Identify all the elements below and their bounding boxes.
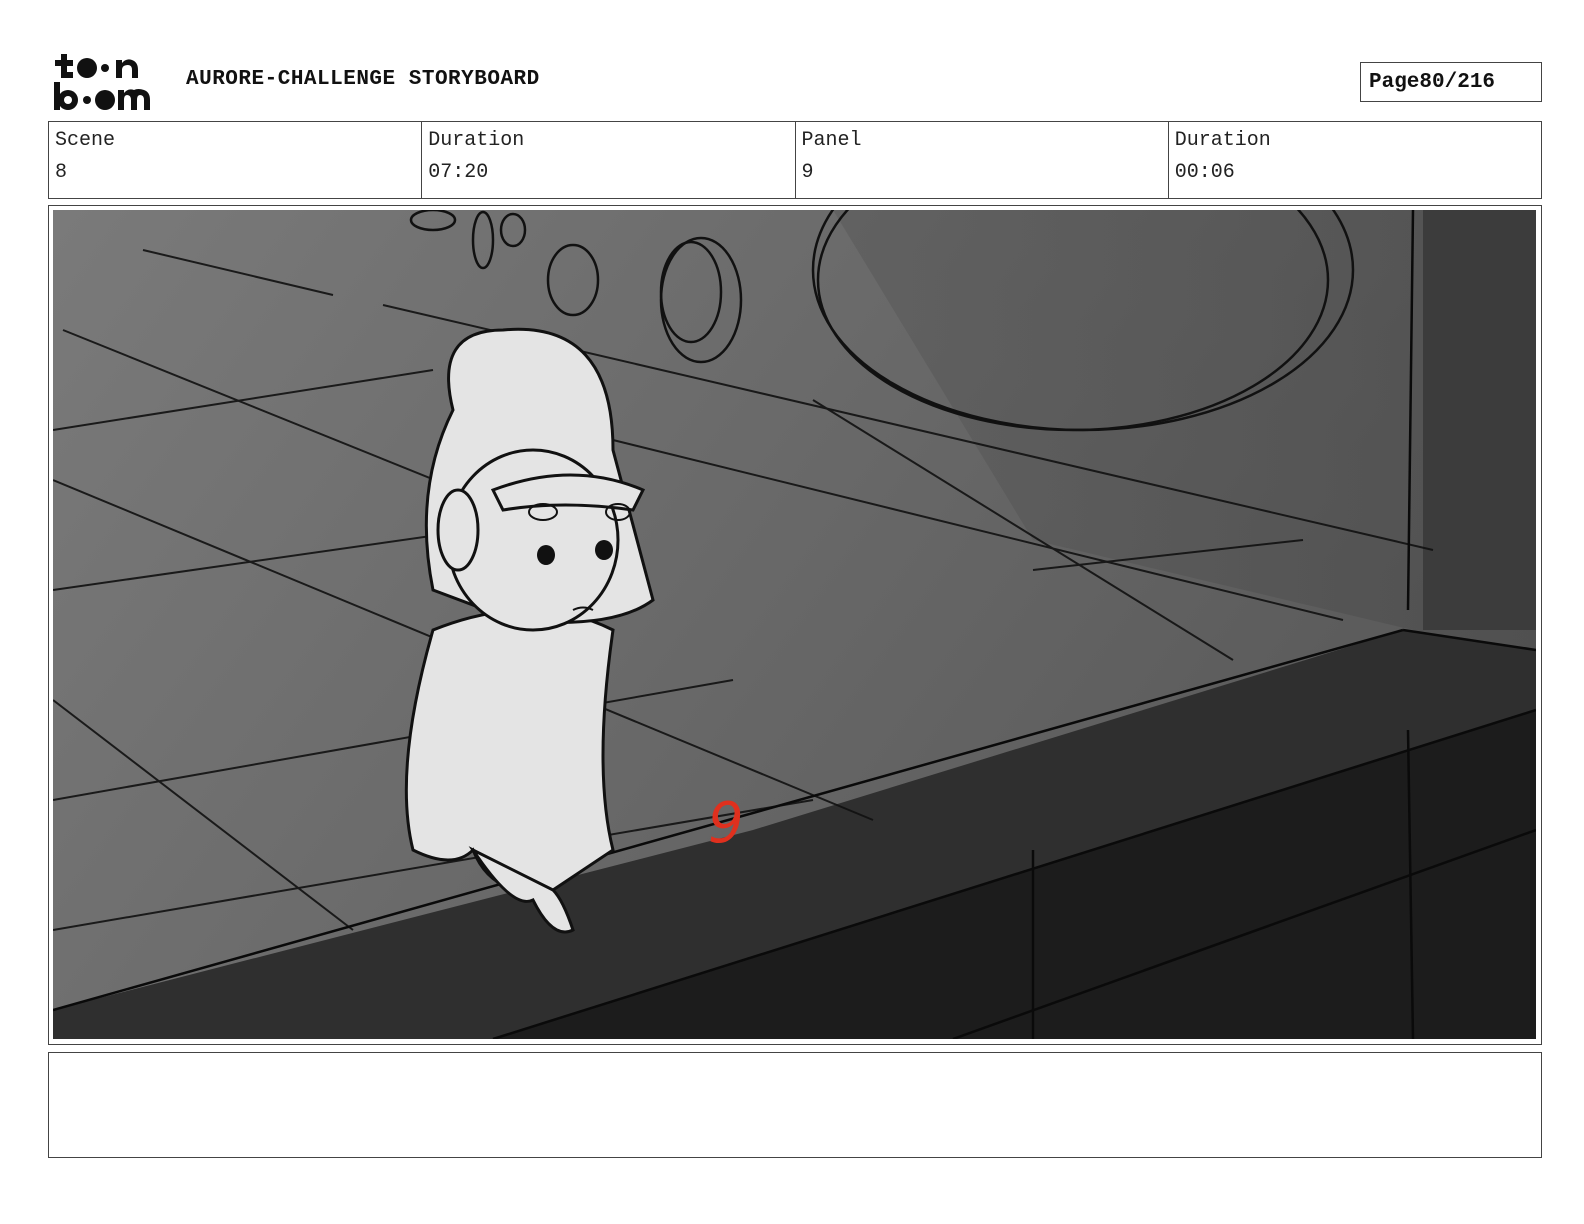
scene-duration-cell: Duration 07:20 [422, 122, 796, 198]
scene-label: Scene [55, 129, 116, 152]
panel-label: Panel [801, 129, 862, 152]
panel-duration-label: Duration [1174, 129, 1271, 152]
storyboard-panel: 9 [48, 205, 1542, 1045]
scene-value: 8 [55, 161, 68, 184]
page-label: Page [1369, 70, 1420, 94]
document-title: AURORE-CHALLENGE STORYBOARD [186, 68, 540, 91]
panel-sketch-image: 9 [53, 210, 1536, 1039]
panel-value: 9 [801, 161, 814, 184]
panel-notes [48, 1052, 1542, 1158]
page-indicator: Page 80/216 [1360, 62, 1542, 102]
panel-duration-value: 00:06 [1174, 161, 1235, 184]
toon-boom-logo [54, 54, 150, 110]
scene-info-table: Scene 8 Duration 07:20 Panel 9 Duration … [48, 121, 1542, 199]
panel-cell: Panel 9 [796, 122, 1169, 198]
panel-duration-cell: Duration 00:06 [1169, 122, 1541, 198]
page-number: 80/216 [1419, 70, 1496, 94]
scene-duration-label: Duration [428, 129, 525, 152]
scene-cell: Scene 8 [49, 122, 423, 198]
panel-annotation-number: 9 [708, 791, 744, 856]
scene-duration-value: 07:20 [428, 161, 489, 184]
